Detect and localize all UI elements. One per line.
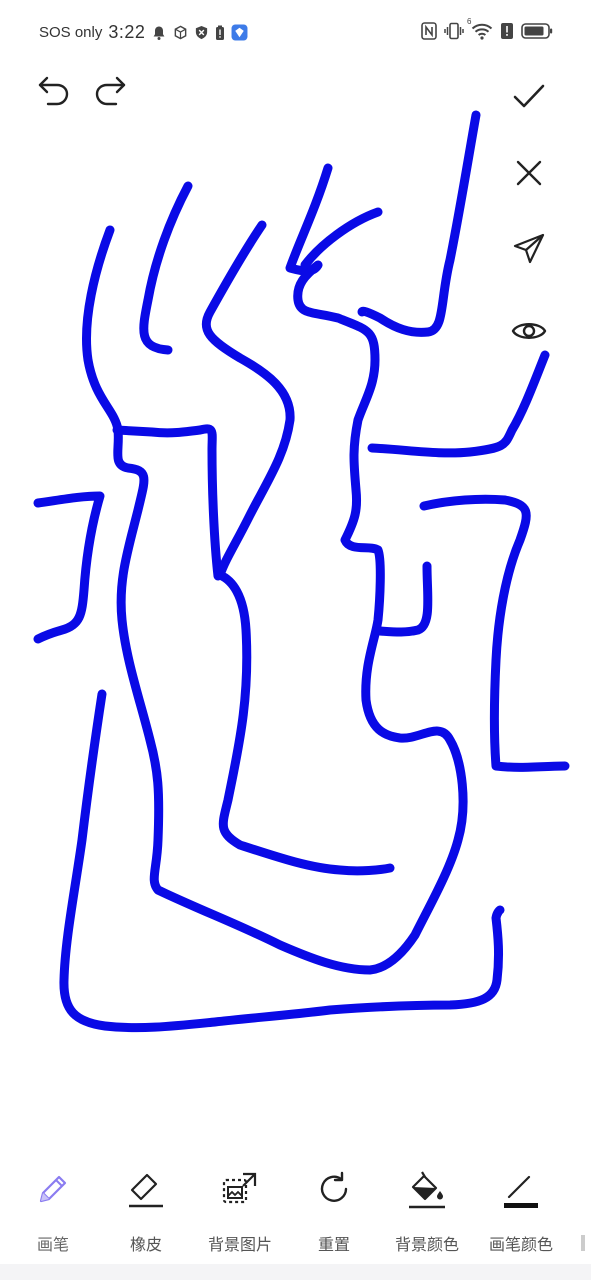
more-tools-hint [581, 1235, 585, 1251]
reset-icon [320, 1171, 348, 1202]
drawing-canvas[interactable] [0, 110, 591, 1150]
signal-label: 6 [467, 17, 472, 26]
clock: 3:22 [108, 22, 146, 42]
pen-color-icon [504, 1175, 538, 1208]
tool-label: 画笔 [36, 1237, 69, 1254]
shield-block-icon [196, 25, 208, 40]
eraser-icon [129, 1173, 163, 1208]
stroke [33, 491, 105, 644]
tool-label: 背景图片 [207, 1237, 272, 1254]
status-bar: SOS only 3:22 6 [0, 0, 591, 66]
undo-button[interactable] [34, 70, 74, 110]
app-notification-icon [231, 24, 248, 41]
drawing-strokes [33, 110, 570, 1033]
signal-alert-icon [501, 23, 513, 39]
tool-label: 橡皮 [129, 1237, 162, 1254]
background-image-icon [222, 1172, 257, 1204]
tool-pencil[interactable]: 画笔 [13, 1165, 93, 1255]
system-navigation-bar [0, 1264, 591, 1280]
carrier-label: SOS only [39, 24, 103, 41]
pencil-icon [39, 1175, 67, 1203]
tool-label: 背景颜色 [394, 1237, 459, 1254]
wifi-icon: 6 [467, 17, 493, 40]
tool-label: 重置 [317, 1237, 350, 1254]
bottom-toolbar: 画笔 橡皮 背景图片 重置 背景颜色 画笔颜色 [0, 1165, 591, 1260]
undo-icon [38, 76, 69, 106]
tool-pen-color[interactable]: 画笔颜色 [481, 1165, 561, 1255]
battery-alert-icon [216, 25, 225, 40]
tool-eraser[interactable]: 橡皮 [106, 1165, 186, 1255]
stroke [300, 207, 383, 270]
tool-background-image[interactable]: 背景图片 [200, 1165, 280, 1255]
vibrate-icon [444, 22, 464, 40]
stroke [367, 350, 550, 458]
stroke [419, 494, 570, 772]
battery-icon [521, 23, 553, 39]
tool-background-color[interactable]: 背景颜色 [387, 1165, 467, 1255]
stroke [357, 110, 481, 337]
tool-reset[interactable]: 重置 [294, 1165, 374, 1255]
stroke [112, 424, 223, 581]
redo-icon [95, 76, 126, 106]
tool-label: 画笔颜色 [488, 1237, 553, 1254]
cube-icon [175, 25, 187, 40]
stroke [82, 163, 468, 975]
nfc-icon [421, 22, 437, 40]
bell-icon [154, 26, 165, 40]
stroke [139, 181, 193, 355]
paint-bucket-icon [409, 1171, 445, 1209]
redo-button[interactable] [90, 70, 130, 110]
stroke [375, 561, 433, 637]
